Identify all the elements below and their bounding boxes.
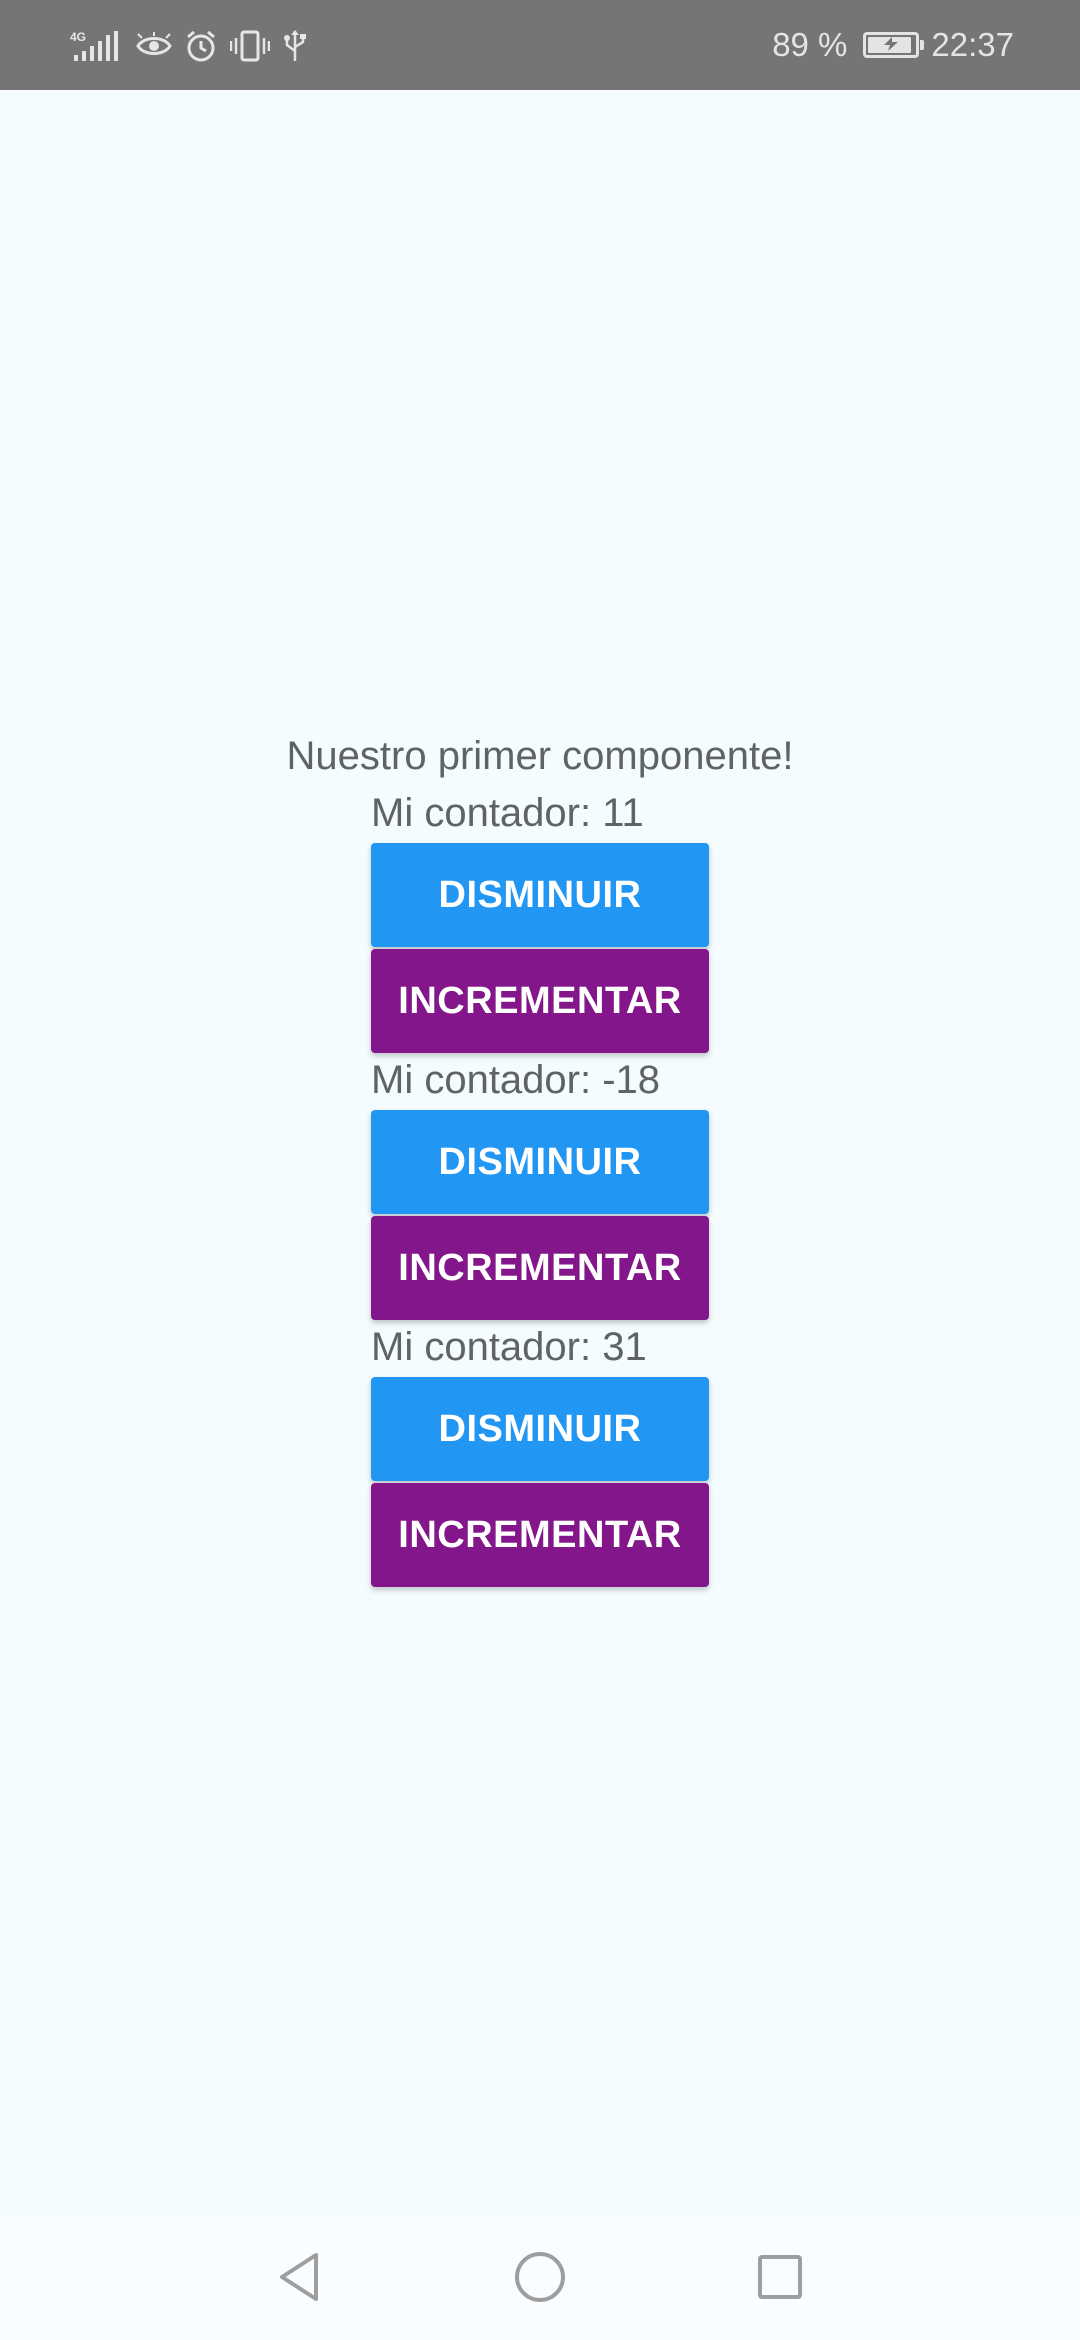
increase-button[interactable]: INCREMENTAR [371, 1483, 709, 1587]
home-icon [515, 2252, 565, 2302]
back-button[interactable] [268, 2245, 332, 2309]
counter-label: Mi contador: 11 [371, 791, 644, 835]
counter-2: Mi contador: -18 DISMINUIR INCREMENTAR [371, 1054, 709, 1322]
usb-icon [284, 30, 306, 61]
app-content: Nuestro primer componente! Mi contador: … [0, 90, 1080, 2215]
status-bar: 4G 89 % 22:37 [0, 0, 1080, 90]
status-icons-right: 89 % 22:37 [772, 20, 1014, 70]
network-type-label: 4G [70, 30, 86, 44]
home-button[interactable] [508, 2245, 572, 2309]
back-icon [280, 2253, 318, 2301]
signal-icon: 4G [70, 30, 118, 61]
counter-3: Mi contador: 31 DISMINUIR INCREMENTAR [371, 1321, 709, 1589]
battery-percent: 89 % [772, 26, 848, 63]
recents-icon [758, 2255, 802, 2299]
page-title: Nuestro primer componente! [286, 734, 794, 778]
increase-button[interactable]: INCREMENTAR [371, 949, 709, 1053]
decrease-button[interactable]: DISMINUIR [371, 1377, 709, 1481]
status-icons-left: 4G [68, 24, 308, 68]
clock: 22:37 [931, 26, 1014, 63]
counter-1: Mi contador: 11 DISMINUIR INCREMENTAR [371, 787, 709, 1055]
vibrate-icon [230, 30, 270, 62]
navigation-bar [0, 2215, 1080, 2340]
increase-button[interactable]: INCREMENTAR [371, 1216, 709, 1320]
counter-label: Mi contador: -18 [371, 1058, 661, 1102]
decrease-button[interactable]: DISMINUIR [371, 843, 709, 947]
counter-label: Mi contador: 31 [371, 1325, 647, 1369]
recents-button[interactable] [748, 2245, 812, 2309]
battery-charging-icon [863, 32, 925, 58]
alarm-icon [187, 30, 215, 62]
eye-icon [136, 32, 172, 55]
decrease-button[interactable]: DISMINUIR [371, 1110, 709, 1214]
